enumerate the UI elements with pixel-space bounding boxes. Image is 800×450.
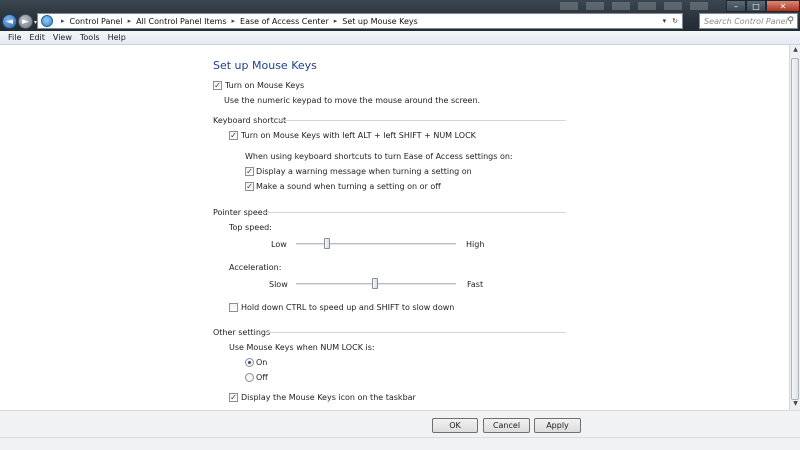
acceleration-slider-thumb[interactable] (372, 278, 378, 289)
acceleration-label: Acceleration: (229, 263, 282, 272)
control-panel-icon (41, 15, 53, 27)
turn-on-mouse-keys-checkbox[interactable]: ✓ (213, 81, 222, 90)
numlock-off-label[interactable]: Off (256, 373, 268, 382)
back-button[interactable]: ◄ (2, 14, 17, 29)
taskbar-icon-label[interactable]: Display the Mouse Keys icon on the taskb… (241, 393, 416, 402)
taskbar-icon-checkbox[interactable]: ✓ (229, 393, 238, 402)
top-speed-high-label: High (466, 240, 485, 249)
content-pane: Set up Mouse Keys ✓ Turn on Mouse Keys U… (0, 45, 789, 410)
numlock-off-radio[interactable] (245, 373, 254, 382)
check-icon: ✓ (230, 392, 237, 402)
breadcrumb-separator-icon[interactable]: ▸ (232, 17, 236, 25)
pointer-speed-heading: Pointer speed (213, 208, 268, 217)
breadcrumb-ease-of-access[interactable]: Ease of Access Center (240, 17, 329, 26)
address-dropdown-icon[interactable]: ▾ (663, 17, 667, 25)
breadcrumb-separator-icon[interactable]: ▸ (128, 17, 132, 25)
close-button[interactable]: ✕ (766, 0, 800, 12)
check-icon: ✓ (230, 130, 237, 140)
vertical-scrollbar[interactable]: ▲ ▼ (789, 45, 800, 410)
top-speed-slider-track[interactable] (296, 243, 456, 245)
warning-message-checkbox[interactable]: ✓ (245, 167, 254, 176)
breadcrumb-separator-icon[interactable]: ▸ (334, 17, 338, 25)
breadcrumb-set-up-mouse-keys[interactable]: Set up Mouse Keys (342, 17, 418, 26)
breadcrumb-separator-icon[interactable]: ▸ (61, 17, 65, 25)
ctrl-shift-checkbox[interactable] (229, 303, 238, 312)
menu-view[interactable]: View (53, 33, 72, 42)
menu-file[interactable]: File (8, 33, 21, 42)
menu-help[interactable]: Help (108, 33, 126, 42)
warning-message-label[interactable]: Display a warning message when turning a… (256, 167, 472, 176)
breadcrumb-all-items[interactable]: All Control Panel Items (136, 17, 226, 26)
other-settings-heading: Other settings (213, 328, 271, 337)
shortcut-label[interactable]: Turn on Mouse Keys with left ALT + left … (241, 131, 476, 140)
numlock-label: Use Mouse Keys when NUM LOCK is: (229, 343, 375, 352)
menu-edit[interactable]: Edit (29, 33, 45, 42)
pointer-speed-divider (263, 212, 566, 213)
maximize-button[interactable]: □ (746, 0, 766, 12)
numlock-on-radio[interactable] (245, 358, 254, 367)
make-sound-label[interactable]: Make a sound when turning a setting on o… (256, 182, 441, 191)
forward-button[interactable]: ► (18, 14, 33, 29)
when-using-shortcuts-text: When using keyboard shortcuts to turn Ea… (245, 152, 513, 161)
window-controls: – □ ✕ (726, 0, 800, 12)
cancel-button[interactable]: Cancel (483, 418, 530, 433)
apply-button[interactable]: Apply (534, 418, 581, 433)
top-speed-label: Top speed: (229, 223, 272, 232)
dialog-footer: OK Cancel Apply (0, 410, 800, 437)
scroll-down-icon[interactable]: ▼ (791, 400, 800, 410)
acceleration-fast-label: Fast (467, 280, 484, 289)
check-icon: ✓ (246, 166, 253, 176)
turn-on-mouse-keys-label[interactable]: Turn on Mouse Keys (225, 81, 304, 90)
check-icon: ✓ (246, 181, 253, 191)
make-sound-checkbox[interactable]: ✓ (245, 182, 254, 191)
search-input[interactable]: Search Control Panel ⚲ (699, 13, 798, 29)
turn-on-description: Use the numeric keypad to move the mouse… (224, 96, 481, 105)
top-speed-slider-thumb[interactable] (324, 238, 330, 249)
acceleration-slow-label: Slow (269, 280, 288, 289)
keyboard-shortcut-heading: Keyboard shortcut (213, 116, 287, 125)
other-settings-divider (265, 332, 566, 333)
search-placeholder: Search Control Panel (704, 17, 788, 26)
ctrl-shift-label[interactable]: Hold down CTRL to speed up and SHIFT to … (241, 303, 454, 312)
breadcrumb-control-panel[interactable]: Control Panel (70, 17, 123, 26)
scrollbar-thumb[interactable] (791, 58, 799, 400)
menu-bar: File Edit View Tools Help (0, 31, 800, 45)
address-bar[interactable]: ▸ Control Panel ▸ All Control Panel Item… (37, 13, 683, 29)
ok-button[interactable]: OK (432, 418, 478, 433)
title-bar: – □ ✕ ◄ ► ▾ ▸ Control Panel ▸ All Contro… (0, 0, 800, 31)
menu-tools[interactable]: Tools (80, 33, 100, 42)
keyboard-shortcut-divider (278, 120, 566, 121)
page-title: Set up Mouse Keys (213, 59, 317, 72)
numlock-on-label[interactable]: On (256, 358, 267, 367)
check-icon: ✓ (214, 80, 221, 90)
scroll-up-icon[interactable]: ▲ (791, 46, 800, 56)
status-bar (0, 437, 800, 450)
refresh-icon[interactable]: ↻ (672, 17, 678, 25)
top-speed-low-label: Low (271, 240, 287, 249)
minimize-button[interactable]: – (726, 0, 746, 12)
title-bar-glass (560, 2, 710, 10)
shortcut-checkbox[interactable]: ✓ (229, 131, 238, 140)
search-icon[interactable]: ⚲ (787, 16, 794, 26)
